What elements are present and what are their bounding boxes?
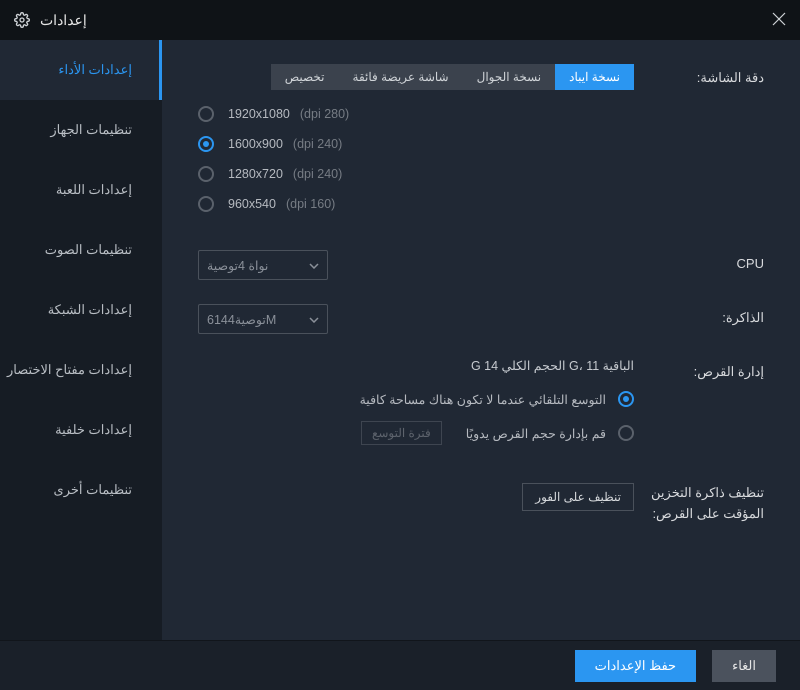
sidebar-item-network[interactable]: إعدادات الشبكة — [0, 280, 162, 340]
radio-icon — [618, 425, 634, 441]
memory-label: الذاكرة: — [634, 304, 764, 326]
sidebar-item-label: إعدادات الأداء — [58, 62, 132, 78]
memory-value: توصية6144M — [207, 312, 276, 327]
cache-label: تنظيف ذاكرة التخزين المؤقت على القرص: — [634, 483, 764, 525]
sidebar-item-label: إعدادات الشبكة — [48, 302, 132, 318]
tab-ultrawide[interactable]: شاشة عريضة فائقة — [339, 64, 463, 90]
sidebar-item-label: تنظيمات الصوت — [45, 242, 132, 258]
sidebar-item-device[interactable]: تنظيمات الجهاز — [0, 100, 162, 160]
resolution-label: دقة الشاشة: — [634, 64, 764, 86]
window-title: إعدادات — [40, 12, 87, 29]
sidebar-item-game[interactable]: إعدادات اللعبة — [0, 160, 162, 220]
sidebar-item-label: تنظيمات أخرى — [54, 482, 132, 498]
chevron-down-icon — [309, 312, 319, 326]
resolution-option-960[interactable]: 960x540(dpi 160) — [198, 196, 634, 212]
radio-icon — [198, 106, 214, 122]
chevron-down-icon — [309, 258, 319, 272]
disk-info: الباقية G، 11 الحجم الكلي 14 G — [198, 358, 634, 373]
memory-select[interactable]: توصية6144M — [198, 304, 328, 334]
close-icon[interactable] — [772, 12, 786, 29]
expand-period-button: فترة التوسع — [361, 421, 442, 445]
radio-icon — [618, 391, 634, 407]
cpu-select[interactable]: نواة 4توصية — [198, 250, 328, 280]
sidebar-item-performance[interactable]: إعدادات الأداء — [0, 40, 162, 100]
resolution-option-1280[interactable]: 1280x720(dpi 240) — [198, 166, 634, 182]
radio-icon — [198, 166, 214, 182]
cpu-value: نواة 4توصية — [207, 258, 268, 273]
gear-icon — [14, 12, 30, 28]
resolution-option-1920[interactable]: 1920x1080(dpi 280) — [198, 106, 634, 122]
sidebar-item-other[interactable]: تنظيمات أخرى — [0, 460, 162, 520]
tab-custom[interactable]: تخصيص — [271, 64, 339, 90]
sidebar-item-label: إعدادات خلفية — [55, 422, 132, 438]
sidebar-item-background[interactable]: إعدادات خلفية — [0, 400, 162, 460]
content-panel: دقة الشاشة: نسخة ايباد نسخة الجوال شاشة … — [162, 40, 800, 640]
titlebar: إعدادات — [0, 0, 800, 40]
radio-icon — [198, 196, 214, 212]
sidebar-item-shortcut[interactable]: إعدادات مفتاح الاختصار — [0, 340, 162, 400]
clean-cache-button[interactable]: تنظيف على الفور — [522, 483, 634, 511]
sidebar-item-label: إعدادات مفتاح الاختصار — [7, 362, 132, 378]
tab-ipad[interactable]: نسخة ايباد — [555, 64, 634, 90]
save-button[interactable]: حفظ الإعدادات — [575, 650, 696, 682]
radio-icon — [198, 136, 214, 152]
disk-option-auto[interactable]: التوسع التلقائي عندما لا تكون هناك مساحة… — [198, 391, 634, 407]
resolution-option-1600[interactable]: 1600x900(dpi 240) — [198, 136, 634, 152]
tab-mobile[interactable]: نسخة الجوال — [463, 64, 556, 90]
disk-option-manual[interactable]: قم بإدارة حجم القرص يدويًا فترة التوسع — [198, 421, 634, 445]
disk-label: إدارة القرص: — [634, 358, 764, 380]
sidebar-item-label: تنظيمات الجهاز — [50, 122, 132, 138]
cpu-label: CPU — [634, 250, 764, 271]
footer: حفظ الإعدادات الغاء — [0, 640, 800, 690]
sidebar: إعدادات الأداء تنظيمات الجهاز إعدادات ال… — [0, 40, 162, 640]
sidebar-item-sound[interactable]: تنظيمات الصوت — [0, 220, 162, 280]
cancel-button[interactable]: الغاء — [712, 650, 776, 682]
sidebar-item-label: إعدادات اللعبة — [56, 182, 132, 198]
